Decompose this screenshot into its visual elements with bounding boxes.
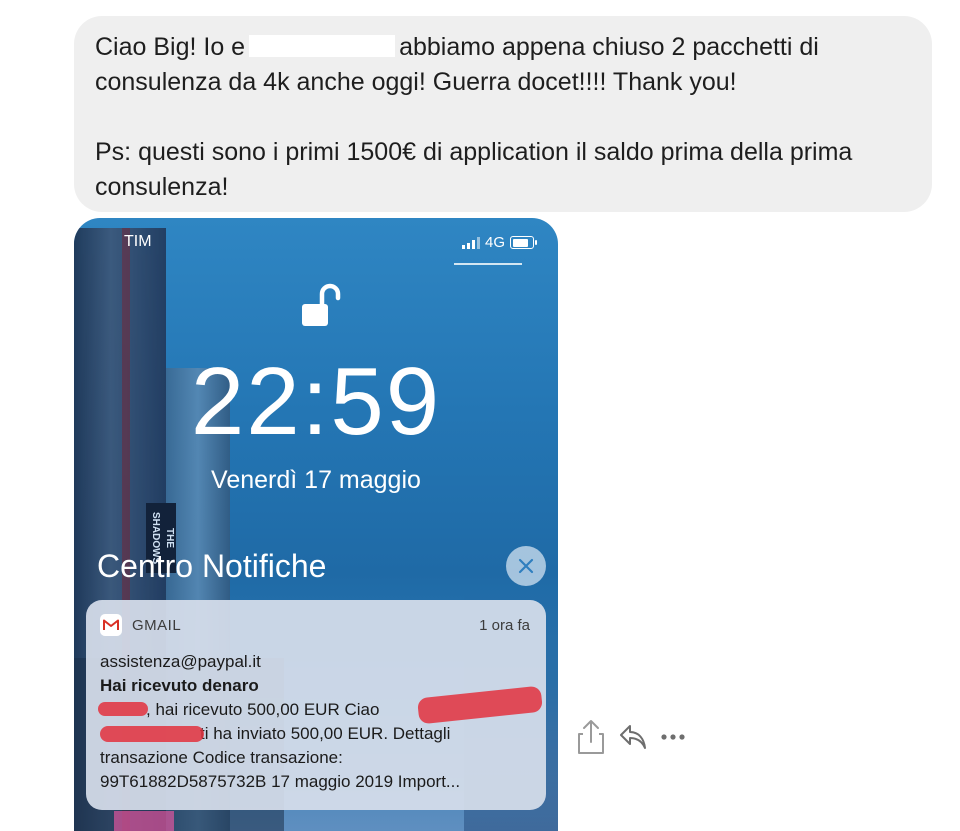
unlocked-padlock-icon [300, 282, 346, 338]
close-icon[interactable] [506, 546, 546, 586]
notification-header: GMAIL 1 ora fa [100, 610, 530, 640]
redaction-scribble [98, 702, 148, 716]
notification-time: 1 ora fa [479, 616, 530, 634]
lockscreen-screenshot[interactable]: THE SHADOWS TIM 4G 22:59 Venerdì 17 magg… [74, 218, 558, 831]
redaction-scribble [100, 726, 204, 742]
gmail-notification[interactable]: GMAIL 1 ora fa assistenza@paypal.it Hai … [86, 600, 546, 810]
message-actions [576, 718, 686, 756]
reply-icon[interactable] [618, 723, 648, 751]
lockscreen-date: Venerdì 17 maggio [211, 466, 421, 494]
notification-center-title: Centro Notifiche [97, 548, 327, 584]
notification-body: , hai ricevuto 500,00 EUR Ciao ti ha inv… [98, 685, 544, 794]
lockscreen-time: 22:59 [190, 348, 442, 455]
control-center-indicator [454, 263, 522, 265]
redacted-name [249, 35, 396, 57]
more-options-icon[interactable] [660, 733, 686, 741]
notification-body-line-4: 99T61882D5875732B 17 maggio 2019 Import.… [100, 772, 461, 791]
gmail-icon [100, 614, 122, 636]
message-ps: Ps: questi sono i primi 1500€ di applica… [95, 138, 853, 201]
message-bubble: Ciao Big! Io e abbiamo appena chiuso 2 pa… [74, 16, 932, 212]
network-label: 4G [484, 234, 505, 251]
notification-body-line-3: transazione Codice transazione: [100, 748, 343, 767]
message-line-1: Ciao Big! Io e abbiamo appena chiuso 2 pa… [95, 30, 910, 100]
notification-app-name: GMAIL [132, 616, 182, 634]
status-bar-right: 4G [461, 234, 537, 251]
notification-sender: assistenza@paypal.it [100, 652, 261, 671]
wallpaper-glow [114, 811, 174, 831]
share-icon[interactable] [576, 718, 606, 756]
carrier-label: TIM [124, 233, 152, 250]
battery-icon [510, 236, 537, 249]
message-text-start: Ciao Big! Io e [95, 33, 246, 61]
signal-icon [461, 236, 480, 249]
